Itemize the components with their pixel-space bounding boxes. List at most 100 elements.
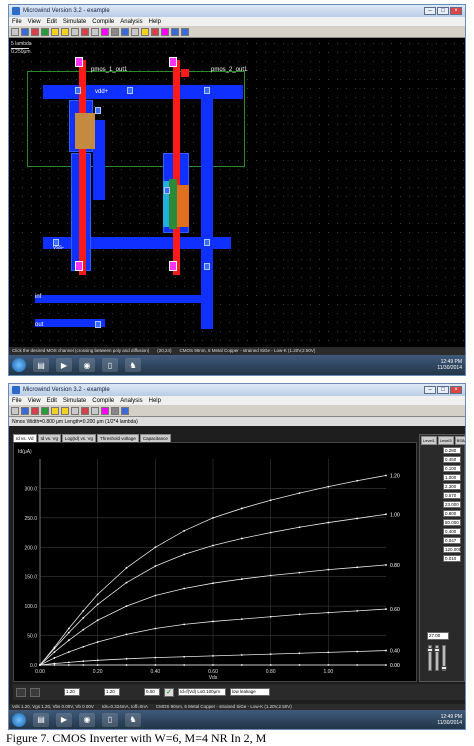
slider-knob[interactable] bbox=[441, 666, 447, 670]
vg-field[interactable]: 1.20 bbox=[104, 688, 120, 696]
zoom-out-icon[interactable] bbox=[61, 406, 69, 415]
contact-9[interactable] bbox=[164, 187, 170, 194]
bottom-metal[interactable] bbox=[35, 295, 203, 303]
minimize-icon[interactable]: – bbox=[424, 7, 436, 15]
explorer-icon[interactable]: ▤ bbox=[33, 712, 49, 727]
tab-bsim4[interactable]: BSIM4 bbox=[454, 436, 465, 445]
vdd-rail[interactable] bbox=[43, 85, 243, 99]
parameter-value[interactable]: 0.010 bbox=[443, 555, 461, 562]
text-icon[interactable] bbox=[141, 27, 149, 36]
firefox-icon[interactable]: ◉ bbox=[79, 358, 95, 372]
pmos-channel[interactable] bbox=[75, 113, 95, 149]
media-player-icon[interactable]: ▶ bbox=[56, 358, 72, 372]
parameter-value[interactable]: 0.800 bbox=[443, 510, 461, 517]
close-icon[interactable]: × bbox=[450, 7, 462, 15]
poly-stub[interactable] bbox=[181, 69, 189, 77]
mos-generator-icon[interactable] bbox=[41, 27, 49, 36]
explorer-icon[interactable]: ▤ bbox=[33, 358, 49, 372]
simulate-icon[interactable] bbox=[151, 27, 159, 36]
menu-simulate[interactable]: Simulate bbox=[63, 398, 86, 404]
parameter-value[interactable]: 2.300 bbox=[443, 483, 461, 490]
delete-icon[interactable] bbox=[81, 27, 89, 36]
draw-box-icon[interactable] bbox=[31, 27, 39, 36]
save-icon[interactable] bbox=[21, 406, 29, 415]
document-icon[interactable]: ▯ bbox=[102, 712, 118, 727]
menu-file[interactable]: File bbox=[12, 398, 22, 404]
menu-edit[interactable]: Edit bbox=[47, 398, 57, 404]
mode-select[interactable]: Id=f(Vd) Lo0.100μm bbox=[178, 688, 226, 696]
mos-characteristics-icon[interactable] bbox=[131, 27, 139, 36]
vd-field[interactable]: 1.20 bbox=[64, 688, 80, 696]
menu-compile[interactable]: Compile bbox=[92, 19, 114, 25]
menu-simulate[interactable]: Simulate bbox=[63, 19, 86, 25]
menu-file[interactable]: File bbox=[12, 19, 22, 25]
tab-level1[interactable]: Level1 bbox=[421, 436, 437, 445]
tab-level3[interactable]: Level3 bbox=[437, 436, 454, 445]
ok-button[interactable]: ✓ bbox=[164, 687, 174, 697]
parameter-value[interactable]: 23.000 bbox=[443, 501, 461, 508]
parameter-value[interactable]: 0.047 bbox=[443, 537, 461, 544]
via-top-left[interactable] bbox=[75, 57, 83, 67]
menu-analysis[interactable]: Analysis bbox=[120, 19, 142, 25]
slider-vd[interactable] bbox=[427, 645, 433, 671]
slider-knob[interactable] bbox=[434, 648, 440, 652]
menu-compile[interactable]: Compile bbox=[92, 398, 114, 404]
start-button[interactable] bbox=[12, 712, 26, 727]
nmos-channel-1[interactable] bbox=[169, 179, 177, 229]
parameter-value[interactable]: 0.280 bbox=[443, 447, 461, 454]
step-back-button[interactable] bbox=[16, 687, 26, 697]
draw-box-icon[interactable] bbox=[31, 406, 39, 415]
contact-2[interactable] bbox=[127, 87, 133, 94]
microwind-icon[interactable]: ♞ bbox=[125, 712, 141, 727]
slider-knob[interactable] bbox=[427, 648, 433, 652]
connect-icon[interactable] bbox=[111, 27, 119, 36]
via-bottom-left[interactable] bbox=[75, 261, 83, 271]
parameter-value[interactable]: 1.000 bbox=[443, 474, 461, 481]
maximize-icon[interactable]: □ bbox=[437, 7, 449, 15]
menu-edit[interactable]: Edit bbox=[47, 19, 57, 25]
parameter-value[interactable]: 0.570 bbox=[443, 492, 461, 499]
save-icon[interactable] bbox=[21, 27, 29, 36]
step-forward-button[interactable] bbox=[30, 687, 40, 697]
scroll-right-icon[interactable] bbox=[181, 27, 189, 36]
contact-3[interactable] bbox=[204, 87, 210, 94]
via-bottom-right[interactable] bbox=[169, 261, 177, 271]
start-button[interactable] bbox=[12, 358, 26, 372]
contact-4[interactable] bbox=[95, 107, 101, 114]
zoom-out-icon[interactable] bbox=[61, 27, 69, 36]
vs-field[interactable]: 0.00 bbox=[144, 688, 160, 696]
open-icon[interactable] bbox=[11, 27, 19, 36]
zoom-value[interactable]: 27.00 bbox=[427, 632, 449, 640]
output-metal-right[interactable] bbox=[201, 93, 213, 329]
nmos-channel-2[interactable] bbox=[177, 185, 189, 227]
copy-icon[interactable] bbox=[91, 406, 99, 415]
parameter-value[interactable]: 0.100 bbox=[443, 465, 461, 472]
menu-help[interactable]: Help bbox=[149, 398, 161, 404]
stretch-icon[interactable] bbox=[101, 27, 109, 36]
delete-icon[interactable] bbox=[81, 406, 89, 415]
parameter-value[interactable]: 0.450 bbox=[443, 456, 461, 463]
zoom-in-icon[interactable] bbox=[51, 406, 59, 415]
menu-analysis[interactable]: Analysis bbox=[120, 398, 142, 404]
firefox-icon[interactable]: ◉ bbox=[79, 712, 95, 727]
slider-vg[interactable] bbox=[434, 645, 440, 671]
connect-icon[interactable] bbox=[111, 406, 119, 415]
document-icon[interactable]: ▯ bbox=[102, 358, 118, 372]
zoom-in-icon[interactable] bbox=[51, 27, 59, 36]
close-icon[interactable]: × bbox=[450, 386, 462, 394]
view-3d-icon[interactable] bbox=[121, 27, 129, 36]
leakage-select[interactable]: low leakage bbox=[230, 688, 270, 696]
media-player-icon[interactable]: ▶ bbox=[56, 712, 72, 727]
via-top-right[interactable] bbox=[169, 57, 177, 67]
layer-palette-icon[interactable] bbox=[161, 27, 169, 36]
view-3d-icon[interactable] bbox=[121, 406, 129, 415]
parameter-value[interactable]: 0.400 bbox=[443, 528, 461, 535]
copy-icon[interactable] bbox=[91, 27, 99, 36]
scroll-left-icon[interactable] bbox=[171, 27, 179, 36]
menu-view[interactable]: View bbox=[28, 19, 41, 25]
contact-6[interactable] bbox=[204, 239, 210, 246]
menu-help[interactable]: Help bbox=[149, 19, 161, 25]
parameter-value[interactable]: 120.000 bbox=[443, 546, 461, 553]
slider-vs[interactable] bbox=[441, 645, 447, 671]
parameter-value[interactable]: 80.000 bbox=[443, 519, 461, 526]
